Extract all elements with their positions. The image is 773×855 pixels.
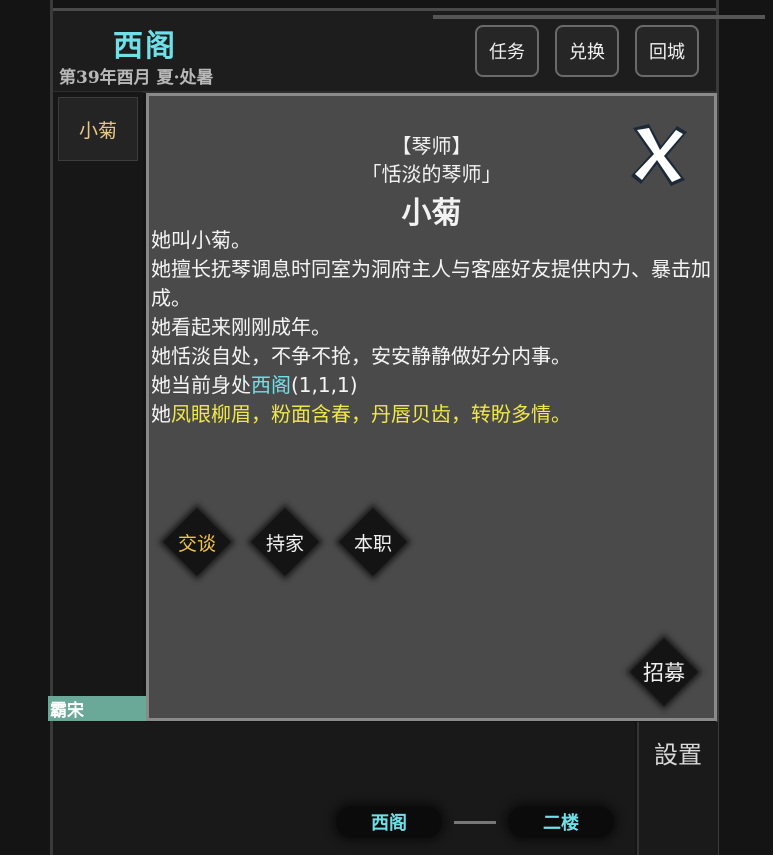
talk-button[interactable]: 交谈: [161, 506, 233, 578]
desc-location-line: 她当前身处西阁(1,1,1): [151, 371, 711, 400]
exchange-button[interactable]: 兑换: [555, 25, 619, 77]
floor-separator: [454, 821, 496, 824]
header-decor-line: [433, 15, 765, 19]
character-description: 她叫小菊。 她擅长抚琴调息时同室为洞府主人与客座好友提供内力、暴击加成。 她看起…: [151, 226, 711, 429]
floor-selector-level[interactable]: 二楼: [508, 806, 614, 838]
housekeep-label: 持家: [265, 532, 304, 555]
housekeep-button[interactable]: 持家: [249, 506, 321, 578]
quest-button[interactable]: 任务: [475, 25, 539, 77]
top-header: 西阁 第39年酉月 夏·处暑 任务 兑换 回城: [53, 8, 765, 93]
game-date: 第39年酉月 夏·处暑: [59, 68, 214, 88]
appearance-text: 凤眼柳眉，粉面含春，丹唇贝齿，转盼多情。: [171, 402, 571, 426]
sidebar-item-character[interactable]: 小菊: [58, 97, 138, 161]
desc-location-prefix: 她当前身处: [151, 373, 251, 397]
location-coords: (1,1,1): [291, 373, 358, 397]
character-epithet: 「恬淡的琴师」: [361, 162, 502, 186]
desc-appearance-line: 她凤眼柳眉，粉面含春，丹唇贝齿，转盼多情。: [151, 400, 711, 429]
duty-label: 本职: [353, 532, 392, 555]
return-city-button[interactable]: 回城: [635, 25, 699, 77]
desc-appearance-prefix: 她: [151, 402, 171, 426]
desc-line: 她叫小菊。: [151, 228, 251, 252]
duty-button[interactable]: 本职: [337, 506, 409, 578]
recruit-button[interactable]: 招募: [628, 636, 700, 708]
talk-label: 交谈: [177, 532, 216, 555]
desc-line: 她看起来刚刚成年。: [151, 315, 331, 339]
floor-selector-location[interactable]: 西阁: [336, 806, 442, 838]
location-link[interactable]: 西阁: [251, 373, 291, 397]
recruit-label: 招募: [643, 661, 685, 685]
desc-line: 她恬淡自处，不争不抢，安安静静做好分内事。: [151, 344, 571, 368]
character-sidebar: 小菊: [53, 92, 143, 720]
character-role: 【琴师】: [391, 134, 472, 158]
desc-line: 她擅长抚琴调息时同室为洞府主人与客座好友提供内力、暴击加成。: [151, 257, 711, 310]
faction-tag: 霸宋: [48, 696, 146, 721]
location-title: 西阁: [113, 29, 177, 64]
character-info-dialog: 【琴师】 「恬淡的琴师」 小菊 她叫小菊。 她擅长抚琴调息时同室为洞府主人与客座…: [146, 93, 717, 721]
settings-button[interactable]: 設置: [648, 730, 708, 774]
